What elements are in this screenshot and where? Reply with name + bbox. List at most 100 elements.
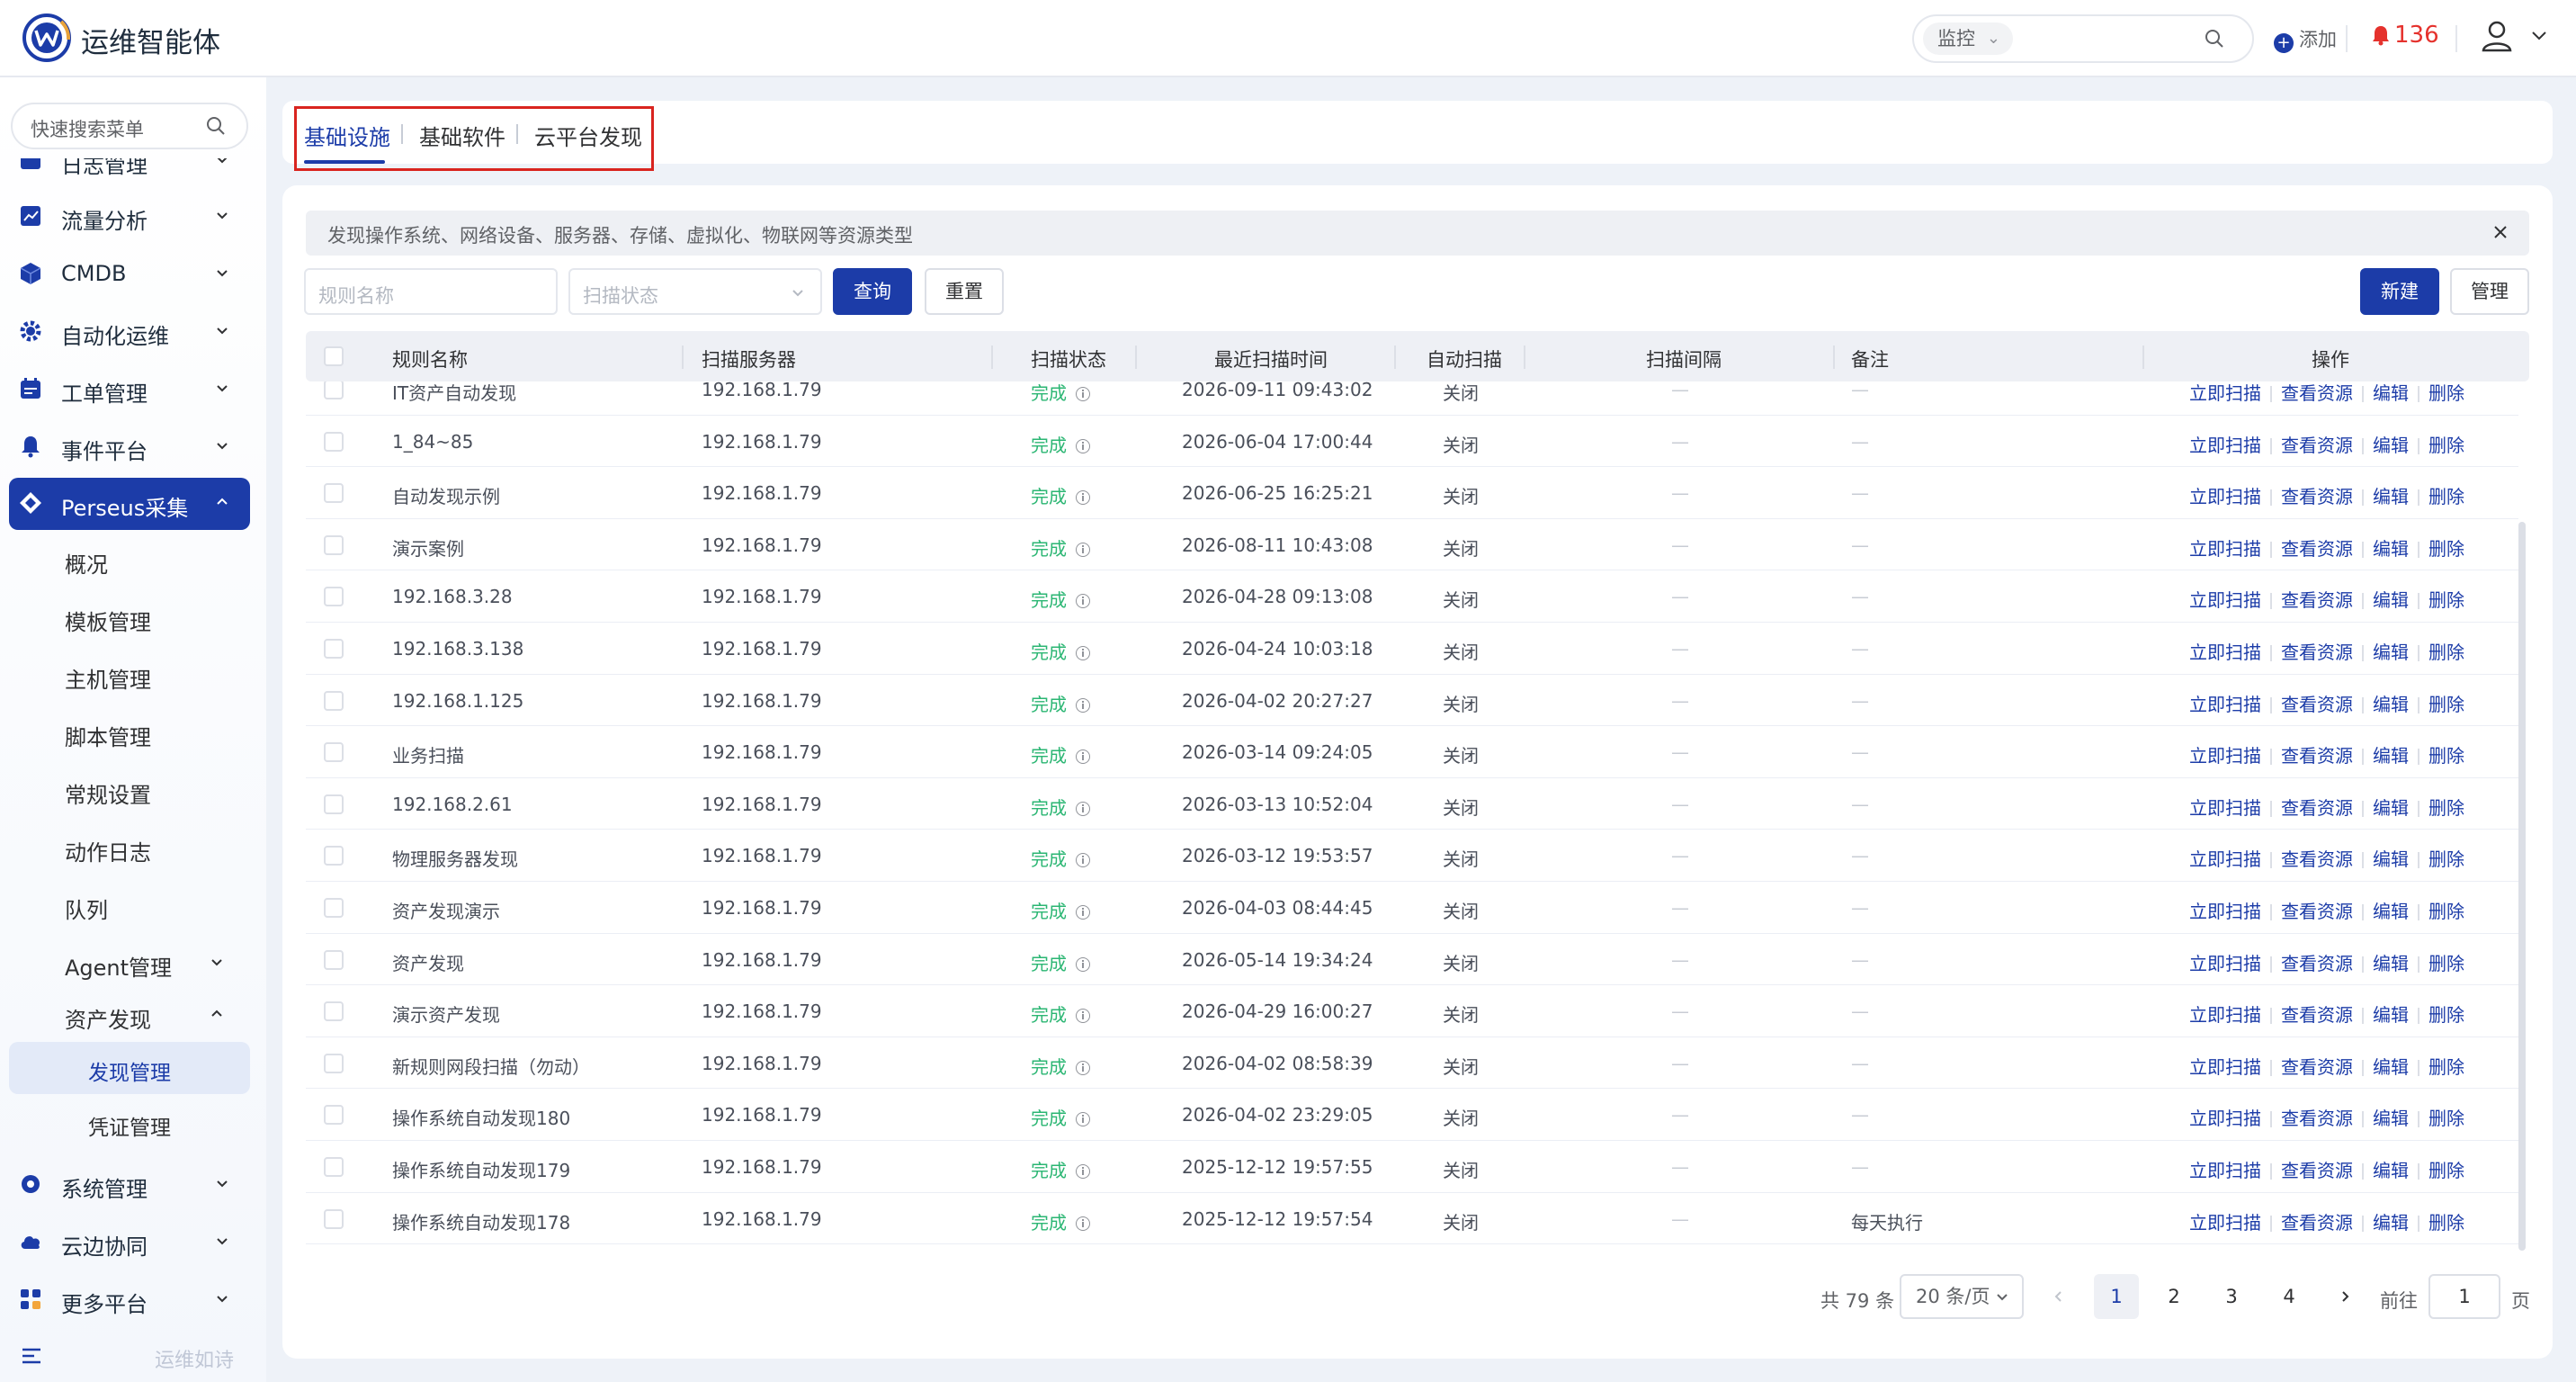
sidebar-sub-credentials[interactable]: 凭证管理 xyxy=(88,1110,171,1141)
info-icon[interactable] xyxy=(1076,749,1090,765)
delete-link[interactable]: 删除 xyxy=(2428,1108,2464,1129)
scan-now-link[interactable]: 立即扫描 xyxy=(2189,589,2261,611)
info-icon[interactable] xyxy=(1076,387,1090,401)
row-checkbox[interactable] xyxy=(324,1053,344,1073)
sidebar-sub-templates[interactable]: 模板管理 xyxy=(65,605,151,636)
close-icon[interactable] xyxy=(2491,223,2509,241)
sidebar-item-events[interactable]: 事件平台 xyxy=(9,421,250,471)
next-page-icon[interactable] xyxy=(2337,1288,2353,1305)
info-icon[interactable] xyxy=(1076,905,1090,920)
scan-now-link[interactable]: 立即扫描 xyxy=(2189,745,2261,767)
add-button[interactable]: + 添加 xyxy=(2274,25,2337,53)
sidebar-sub-scripts[interactable]: 脚本管理 xyxy=(65,720,151,751)
sidebar-sub-discovery-manage[interactable]: 发现管理 xyxy=(9,1042,250,1094)
delete-link[interactable]: 删除 xyxy=(2428,694,2464,715)
scan-now-link[interactable]: 立即扫描 xyxy=(2189,901,2261,922)
global-search-box[interactable]: 监控 ⌄ xyxy=(1912,14,2254,63)
menu-search-input[interactable]: 快速搜索菜单 xyxy=(11,103,248,149)
edit-link[interactable]: 编辑 xyxy=(2373,797,2409,819)
row-checkbox[interactable] xyxy=(324,898,344,918)
delete-link[interactable]: 删除 xyxy=(2428,589,2464,611)
info-icon[interactable] xyxy=(1076,542,1090,557)
view-resources-link[interactable]: 查看资源 xyxy=(2281,1004,2353,1026)
view-resources-link[interactable]: 查看资源 xyxy=(2281,382,2353,404)
view-resources-link[interactable]: 查看资源 xyxy=(2281,538,2353,560)
info-icon[interactable] xyxy=(1076,490,1090,506)
view-resources-link[interactable]: 查看资源 xyxy=(2281,745,2353,767)
delete-link[interactable]: 删除 xyxy=(2428,1056,2464,1078)
info-icon[interactable] xyxy=(1076,1216,1090,1231)
row-checkbox[interactable] xyxy=(324,690,344,711)
search-icon[interactable] xyxy=(2204,28,2225,49)
scan-now-link[interactable]: 立即扫描 xyxy=(2189,1212,2261,1234)
view-resources-link[interactable]: 查看资源 xyxy=(2281,797,2353,819)
new-button[interactable]: 新建 xyxy=(2360,268,2439,315)
edit-link[interactable]: 编辑 xyxy=(2373,589,2409,611)
edit-link[interactable]: 编辑 xyxy=(2373,1160,2409,1181)
edit-link[interactable]: 编辑 xyxy=(2373,642,2409,663)
row-checkbox[interactable] xyxy=(324,431,344,452)
info-icon[interactable] xyxy=(1076,956,1090,972)
info-icon[interactable] xyxy=(1076,801,1090,816)
view-resources-link[interactable]: 查看资源 xyxy=(2281,1160,2353,1181)
view-resources-link[interactable]: 查看资源 xyxy=(2281,486,2353,507)
reset-button[interactable]: 重置 xyxy=(925,268,1004,315)
sidebar-sub-overview[interactable]: 概况 xyxy=(65,547,108,579)
info-icon[interactable] xyxy=(1076,697,1090,713)
page-button[interactable]: 4 xyxy=(2267,1274,2312,1319)
delete-link[interactable]: 删除 xyxy=(2428,797,2464,819)
delete-link[interactable]: 删除 xyxy=(2428,435,2464,456)
sidebar-item-cloud-edge[interactable]: 云边协同 xyxy=(9,1216,250,1267)
sidebar-item-automation[interactable]: 自动化运维 xyxy=(9,306,250,356)
sidebar-sub-asset-discovery[interactable]: 资产发现 xyxy=(65,1002,151,1034)
goto-page-input[interactable]: 1 xyxy=(2428,1274,2500,1319)
row-checkbox[interactable] xyxy=(324,949,344,970)
edit-link[interactable]: 编辑 xyxy=(2373,694,2409,715)
query-button[interactable]: 查询 xyxy=(833,268,912,315)
page-button[interactable]: 1 xyxy=(2094,1274,2139,1319)
page-size-select[interactable]: 20 条/页 xyxy=(1900,1274,2024,1319)
alert-button[interactable]: 136 xyxy=(2371,22,2439,49)
delete-link[interactable]: 删除 xyxy=(2428,745,2464,767)
scan-now-link[interactable]: 立即扫描 xyxy=(2189,953,2261,974)
view-resources-link[interactable]: 查看资源 xyxy=(2281,1212,2353,1234)
scan-now-link[interactable]: 立即扫描 xyxy=(2189,694,2261,715)
scan-status-select[interactable]: 扫描状态 xyxy=(568,268,822,315)
view-resources-link[interactable]: 查看资源 xyxy=(2281,848,2353,870)
sidebar-sub-hosts[interactable]: 主机管理 xyxy=(65,662,151,694)
sidebar-sub-action-log[interactable]: 动作日志 xyxy=(65,835,151,866)
sidebar-item-cmdb[interactable]: CMDB xyxy=(9,248,250,299)
scan-now-link[interactable]: 立即扫描 xyxy=(2189,848,2261,870)
scan-now-link[interactable]: 立即扫描 xyxy=(2189,1004,2261,1026)
view-resources-link[interactable]: 查看资源 xyxy=(2281,901,2353,922)
row-checkbox[interactable] xyxy=(324,639,344,659)
edit-link[interactable]: 编辑 xyxy=(2373,1056,2409,1078)
view-resources-link[interactable]: 查看资源 xyxy=(2281,694,2353,715)
rule-name-input[interactable]: 规则名称 xyxy=(304,268,558,315)
delete-link[interactable]: 删除 xyxy=(2428,1212,2464,1234)
delete-link[interactable]: 删除 xyxy=(2428,1160,2464,1181)
delete-link[interactable]: 删除 xyxy=(2428,848,2464,870)
info-icon[interactable] xyxy=(1076,646,1090,660)
select-all-checkbox[interactable] xyxy=(324,346,344,366)
page-button[interactable]: 3 xyxy=(2209,1274,2254,1319)
delete-link[interactable]: 删除 xyxy=(2428,538,2464,560)
edit-link[interactable]: 编辑 xyxy=(2373,538,2409,560)
manage-button[interactable]: 管理 xyxy=(2450,268,2529,315)
scan-now-link[interactable]: 立即扫描 xyxy=(2189,642,2261,663)
scan-now-link[interactable]: 立即扫描 xyxy=(2189,1056,2261,1078)
view-resources-link[interactable]: 查看资源 xyxy=(2281,589,2353,611)
edit-link[interactable]: 编辑 xyxy=(2373,382,2409,404)
edit-link[interactable]: 编辑 xyxy=(2373,1108,2409,1129)
app-logo-icon[interactable] xyxy=(22,13,72,63)
view-resources-link[interactable]: 查看资源 xyxy=(2281,435,2353,456)
delete-link[interactable]: 删除 xyxy=(2428,486,2464,507)
info-icon[interactable] xyxy=(1076,1060,1090,1075)
edit-link[interactable]: 编辑 xyxy=(2373,745,2409,767)
delete-link[interactable]: 删除 xyxy=(2428,1004,2464,1026)
sidebar-item-tickets[interactable]: 工单管理 xyxy=(9,363,250,414)
chevron-down-icon[interactable] xyxy=(2529,25,2549,45)
row-checkbox[interactable] xyxy=(324,587,344,607)
info-icon[interactable] xyxy=(1076,1009,1090,1024)
sidebar-item-system[interactable]: 系统管理 xyxy=(9,1159,250,1209)
